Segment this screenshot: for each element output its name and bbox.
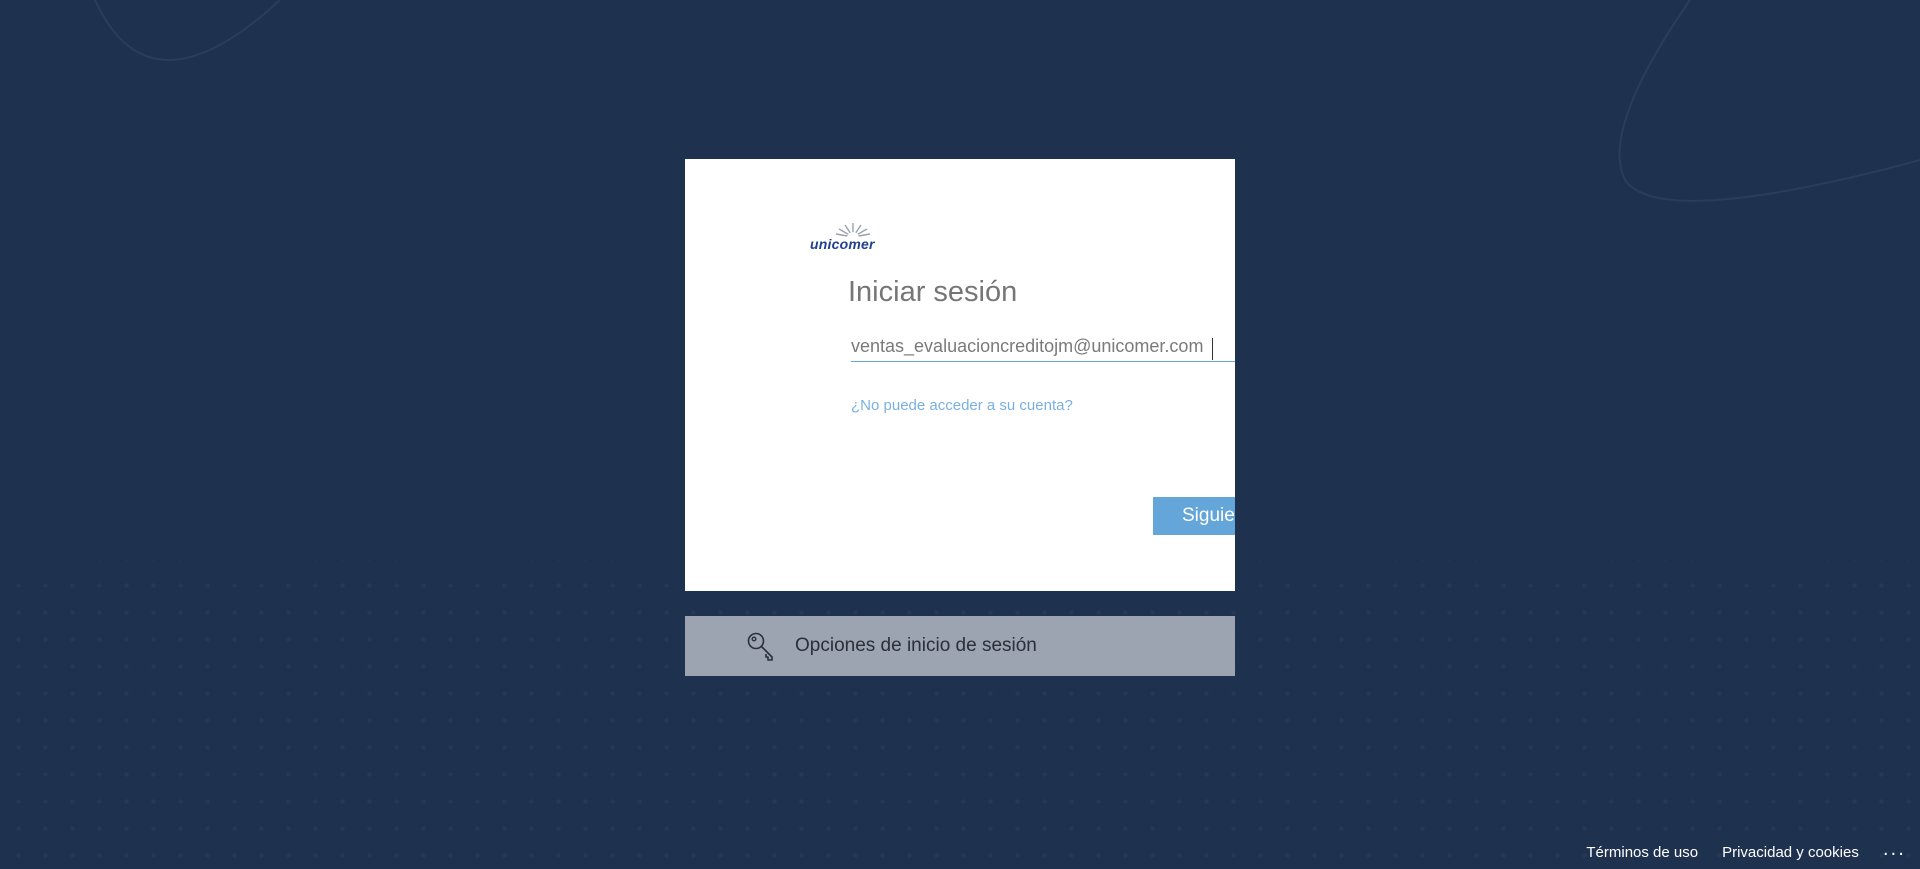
logo-text: unicomer: [810, 236, 875, 252]
privacy-cookies-link[interactable]: Privacidad y cookies: [1722, 844, 1859, 861]
login-card: unicomer Iniciar sesión ¿No puede accede…: [685, 159, 1235, 591]
page-title: Iniciar sesión: [848, 276, 1018, 308]
key-icon: [747, 632, 773, 661]
more-options-button[interactable]: ...: [1883, 839, 1906, 860]
footer: Términos de uso Privacidad y cookies ...: [1586, 838, 1920, 866]
unicomer-logo: unicomer: [810, 221, 890, 255]
next-button[interactable]: Siguiente: [1153, 497, 1235, 535]
text-caret: [1212, 338, 1213, 360]
email-field[interactable]: [851, 331, 1235, 362]
signin-options-button[interactable]: Opciones de inicio de sesión: [685, 616, 1235, 676]
signin-options-label: Opciones de inicio de sesión: [795, 635, 1037, 656]
terms-of-use-link[interactable]: Términos de uso: [1586, 844, 1698, 861]
cant-access-account-link[interactable]: ¿No puede acceder a su cuenta?: [851, 397, 1073, 414]
